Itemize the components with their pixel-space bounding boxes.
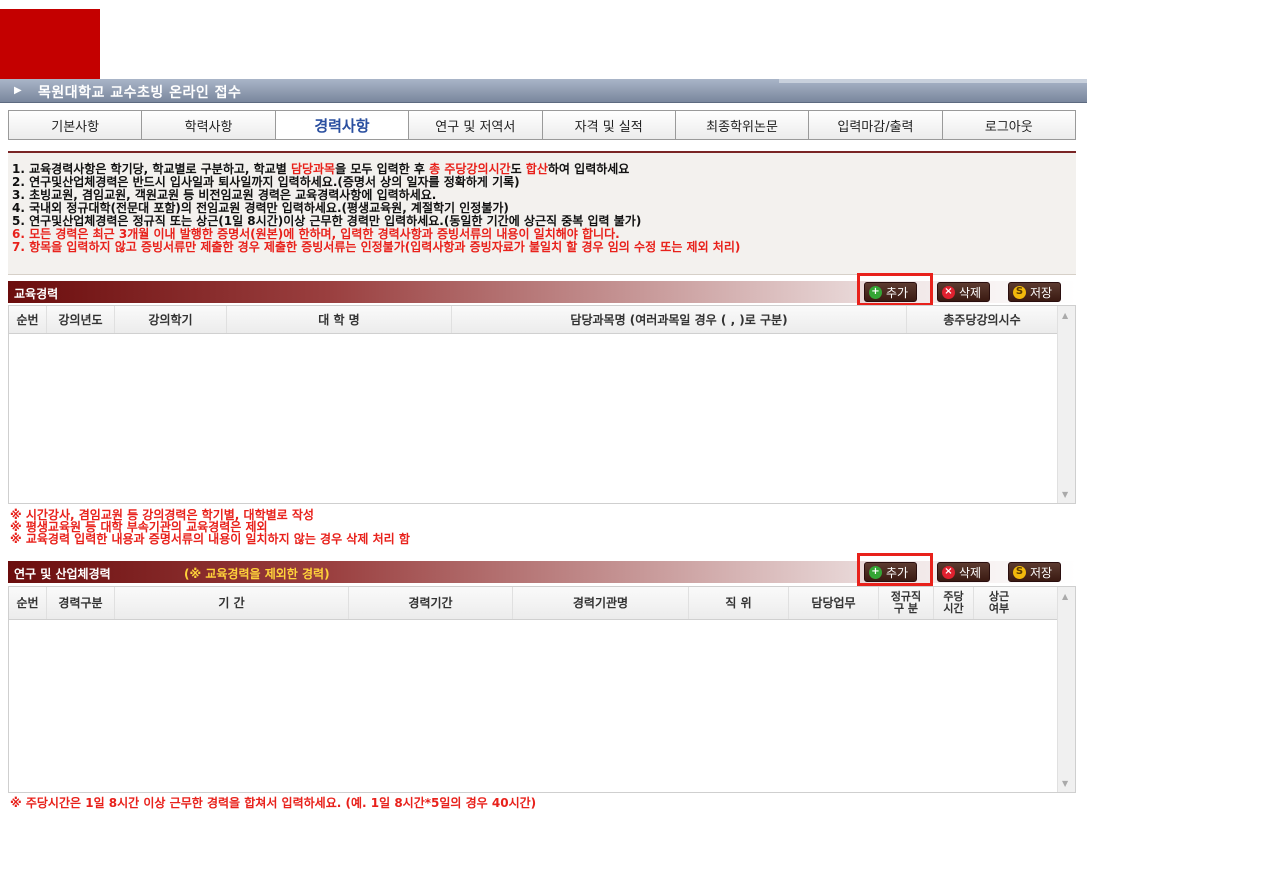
col-header[interactable]: 경력기관명 xyxy=(513,587,689,619)
scroll-down-icon[interactable]: ▼ xyxy=(1062,779,1068,788)
tab-label: 학력사항 xyxy=(184,119,233,135)
x-circle-icon: × xyxy=(942,565,955,579)
tab-thesis[interactable]: 최종학위논문 xyxy=(676,111,810,139)
col-header[interactable]: 순번 xyxy=(9,587,47,619)
notice-text: 하여 입력하세요 xyxy=(547,162,630,176)
triangle-right-icon: ▶ xyxy=(14,85,22,96)
col-header[interactable]: 담당업무 xyxy=(789,587,879,619)
scroll-up-icon[interactable]: ▲ xyxy=(1062,592,1068,601)
page-root: ▶ 목원대학교 교수초빙 온라인 접수 기본사항 학력사항 경력사항 연구 및 … xyxy=(0,0,1263,893)
col-header[interactable]: 총주당강의시수 xyxy=(907,306,1057,333)
education-note-3: ※ 교육경력 입력한 내용과 증명서류의 내용이 일치하지 않는 경우 삭제 처… xyxy=(10,532,410,546)
button-label: 저장 xyxy=(1030,285,1053,300)
col-header[interactable]: 담당과목명 (여러과목일 경우 ( , )로 구분) xyxy=(452,306,907,333)
tab-basic-info[interactable]: 기본사항 xyxy=(9,111,143,139)
plus-circle-icon: + xyxy=(869,565,882,579)
title-bar: ▶ 목원대학교 교수초빙 온라인 접수 xyxy=(0,79,1087,103)
research-grid: 순번 경력구분 기 간 경력기간 경력기관명 직 위 담당업무 정규직 구 분 … xyxy=(8,586,1076,793)
title-bar-highlight xyxy=(779,79,1087,83)
tab-label: 로그아웃 xyxy=(984,119,1033,135)
research-section-header: 연구 및 산업체경력 (※ 교육경력을 제외한 경력) + 추가 × 삭제 S … xyxy=(8,561,1076,583)
notice-text: 을 모두 입력한 후 xyxy=(335,162,430,176)
s-circle-icon: S xyxy=(1013,285,1026,299)
notice-box: 1. 교육경력사항은 학기당, 학교별로 구분하고, 학교별 담당과목을 모두 … xyxy=(8,151,1076,275)
scroll-down-icon[interactable]: ▼ xyxy=(1062,490,1068,499)
notice-text: 도 xyxy=(510,162,526,176)
tab-submit-print[interactable]: 입력마감/출력 xyxy=(809,111,943,139)
scroll-up-icon[interactable]: ▲ xyxy=(1062,311,1068,320)
notice-emphasis: 담당과목 xyxy=(290,162,336,176)
button-label: 저장 xyxy=(1030,565,1053,580)
education-grid: 순번 강의년도 강의학기 대 학 명 담당과목명 (여러과목일 경우 ( , )… xyxy=(8,305,1076,504)
notice-emphasis: 합산 xyxy=(525,162,548,176)
education-scrollbar[interactable]: ▲ ▼ xyxy=(1057,306,1075,503)
tab-logout[interactable]: 로그아웃 xyxy=(943,111,1075,139)
education-section-header: 교육경력 + 추가 × 삭제 S 저장 xyxy=(8,281,1076,303)
research-add-button[interactable]: + 추가 xyxy=(864,562,918,582)
col-header[interactable]: 정규직 구 분 xyxy=(879,587,934,619)
research-grid-header: 순번 경력구분 기 간 경력기간 경력기관명 직 위 담당업무 정규직 구 분 … xyxy=(9,587,1057,620)
education-section-title: 교육경력 xyxy=(14,287,59,301)
notice-line-7: 7. 항목을 입력하지 않고 증빙서류만 제출한 경우 제출한 증빙서류는 인정… xyxy=(12,240,741,254)
page-title: 목원대학교 교수초빙 온라인 접수 xyxy=(38,85,242,101)
main-nav: 기본사항 학력사항 경력사항 연구 및 저역서 자격 및 실적 최종학위논문 입… xyxy=(8,110,1076,140)
logo-block xyxy=(0,9,100,79)
notice-emphasis: 총 주당강의시간 xyxy=(429,162,511,176)
button-label: 추가 xyxy=(886,285,909,300)
col-header[interactable]: 강의학기 xyxy=(115,306,227,333)
col-header[interactable]: 기 간 xyxy=(115,587,349,619)
research-section-title: 연구 및 산업체경력 xyxy=(14,567,111,581)
col-header[interactable]: 강의년도 xyxy=(47,306,115,333)
education-grid-header: 순번 강의년도 강의학기 대 학 명 담당과목명 (여러과목일 경우 ( , )… xyxy=(9,306,1057,334)
s-circle-icon: S xyxy=(1013,565,1026,579)
tab-label: 연구 및 저역서 xyxy=(435,119,516,135)
tab-label: 기본사항 xyxy=(51,119,100,135)
tab-qualifications[interactable]: 자격 및 실적 xyxy=(543,111,676,139)
research-scrollbar[interactable]: ▲ ▼ xyxy=(1057,587,1075,792)
col-header[interactable]: 상근 여부 xyxy=(974,587,1024,619)
plus-circle-icon: + xyxy=(869,285,882,299)
col-header[interactable]: 경력기간 xyxy=(349,587,513,619)
x-circle-icon: × xyxy=(942,285,955,299)
button-label: 추가 xyxy=(886,565,909,580)
col-header[interactable]: 주당 시간 xyxy=(934,587,974,619)
button-label: 삭제 xyxy=(959,565,982,580)
tab-label: 입력마감/출력 xyxy=(837,119,914,135)
col-header[interactable]: 순번 xyxy=(9,306,47,333)
research-note: ※ 주당시간은 1일 8시간 이상 근무한 경력을 합쳐서 입력하세요. (예.… xyxy=(10,796,537,810)
research-delete-button[interactable]: × 삭제 xyxy=(937,562,991,582)
tab-education[interactable]: 학력사항 xyxy=(142,111,276,139)
col-header[interactable]: 경력구분 xyxy=(47,587,115,619)
tab-label: 자격 및 실적 xyxy=(574,119,643,135)
education-add-button[interactable]: + 추가 xyxy=(864,282,918,302)
research-save-button[interactable]: S 저장 xyxy=(1008,562,1062,582)
education-save-button[interactable]: S 저장 xyxy=(1008,282,1062,302)
tab-label: 최종학위논문 xyxy=(706,119,778,135)
notice-text: 1. 교육경력사항은 학기당, 학교별로 구분하고, 학교별 xyxy=(12,162,291,176)
tab-research-books[interactable]: 연구 및 저역서 xyxy=(409,111,543,139)
button-label: 삭제 xyxy=(959,285,982,300)
col-header[interactable]: 직 위 xyxy=(689,587,789,619)
research-section-subtitle: (※ 교육경력을 제외한 경력) xyxy=(184,567,330,581)
col-header[interactable]: 대 학 명 xyxy=(227,306,452,333)
education-delete-button[interactable]: × 삭제 xyxy=(937,282,991,302)
tab-career[interactable]: 경력사항 xyxy=(275,111,410,139)
tab-label: 경력사항 xyxy=(314,116,370,135)
